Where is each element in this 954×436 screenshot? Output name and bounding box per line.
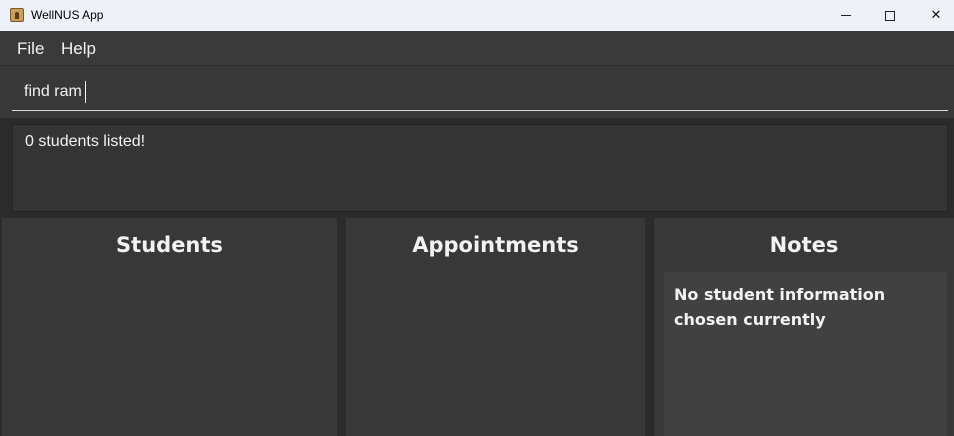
close-icon: ✕: [930, 8, 942, 23]
command-box-area: [0, 66, 954, 118]
minimize-button[interactable]: [823, 0, 869, 31]
maximize-icon: [885, 10, 895, 21]
result-display: 0 students listed!: [12, 124, 948, 212]
menu-file[interactable]: File: [17, 31, 44, 66]
menu-bar: File Help: [0, 31, 954, 66]
app-icon: [10, 8, 24, 22]
minimize-icon: [841, 15, 851, 16]
split-divider[interactable]: [337, 218, 346, 436]
notes-content: No student information chosen currently: [664, 272, 947, 436]
window-title: WellNUS App: [31, 8, 104, 22]
window-titlebar: WellNUS App ✕: [0, 0, 954, 31]
students-panel: Students: [2, 218, 337, 436]
appointments-title: Appointments: [412, 233, 579, 257]
result-display-area: 0 students listed!: [0, 118, 954, 218]
text-caret: [85, 81, 86, 103]
close-button[interactable]: ✕: [913, 0, 954, 31]
notes-panel: Notes No student information chosen curr…: [654, 218, 954, 436]
split-divider[interactable]: [645, 218, 654, 436]
notes-placeholder: No student information chosen currently: [674, 285, 886, 329]
notes-title: Notes: [769, 233, 839, 257]
menu-help[interactable]: Help: [61, 31, 96, 66]
command-input[interactable]: [12, 74, 948, 111]
students-title: Students: [116, 233, 223, 257]
appointments-panel: Appointments: [346, 218, 645, 436]
result-message: 0 students listed!: [25, 133, 146, 150]
maximize-button[interactable]: [867, 0, 913, 31]
